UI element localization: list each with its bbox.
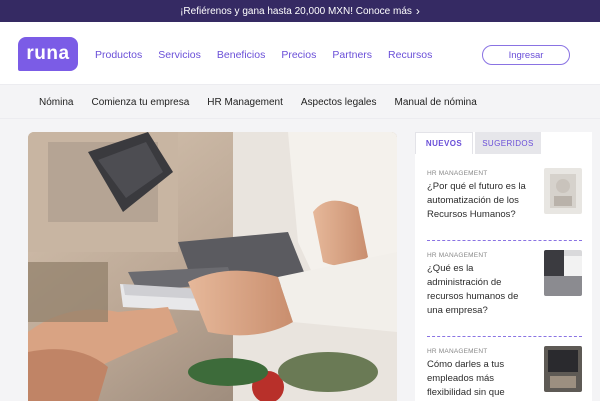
site-header: runa Productos Servicios Beneficios Prec… bbox=[0, 22, 600, 85]
nav-item-servicios[interactable]: Servicios bbox=[158, 49, 201, 61]
nav-item-productos[interactable]: Productos bbox=[95, 49, 142, 61]
hero-image bbox=[28, 132, 397, 401]
login-button[interactable]: Ingresar bbox=[482, 45, 570, 65]
nav-item-beneficios[interactable]: Beneficios bbox=[217, 49, 265, 61]
category-nav: Nómina Comienza tu empresa HR Management… bbox=[0, 86, 600, 119]
category-comienza[interactable]: Comienza tu empresa bbox=[91, 97, 189, 108]
category-nomina[interactable]: Nómina bbox=[39, 97, 73, 108]
article-card[interactable]: HR MANAGEMENT Cómo darles a tus empleado… bbox=[427, 346, 582, 400]
article-title[interactable]: ¿Por qué el futuro es la automatización … bbox=[427, 180, 532, 222]
article-thumbnail[interactable] bbox=[544, 250, 582, 296]
article-title[interactable]: Cómo darles a tus empleados más flexibil… bbox=[427, 358, 532, 400]
logo-text: runa bbox=[26, 43, 70, 64]
article-thumbnail[interactable] bbox=[544, 168, 582, 214]
promo-banner[interactable]: ¡Refiérenos y gana hasta 20,000 MXN! Con… bbox=[0, 0, 600, 22]
article-divider bbox=[427, 240, 582, 241]
article-thumbnail[interactable] bbox=[544, 346, 582, 392]
sidebar-tabs: NUEVOS SUGERIDOS bbox=[415, 132, 592, 154]
tab-sugeridos[interactable]: SUGERIDOS bbox=[475, 132, 541, 154]
main-nav: Productos Servicios Beneficios Precios P… bbox=[95, 49, 448, 61]
article-card[interactable]: HR MANAGEMENT ¿Por qué el futuro es la a… bbox=[427, 168, 582, 222]
category-hr-management[interactable]: HR Management bbox=[207, 97, 283, 108]
article-title[interactable]: ¿Qué es la administración de recursos hu… bbox=[427, 262, 532, 318]
tab-nuevos[interactable]: NUEVOS bbox=[415, 132, 473, 154]
thumbnail-image bbox=[544, 250, 582, 296]
nav-item-precios[interactable]: Precios bbox=[281, 49, 316, 61]
nav-item-partners[interactable]: Partners bbox=[332, 49, 372, 61]
article-divider bbox=[427, 336, 582, 337]
thumbnail-image bbox=[544, 346, 582, 392]
promo-arrow-icon: › bbox=[415, 4, 420, 18]
article-card[interactable]: HR MANAGEMENT ¿Qué es la administración … bbox=[427, 250, 582, 318]
article-sidebar: NUEVOS SUGERIDOS HR MANAGEMENT ¿Por qué … bbox=[415, 132, 592, 401]
runa-logo[interactable]: runa bbox=[18, 37, 78, 71]
thumbnail-image bbox=[544, 168, 582, 214]
category-manual-nomina[interactable]: Manual de nómina bbox=[395, 97, 477, 108]
category-aspectos-legales[interactable]: Aspectos legales bbox=[301, 97, 377, 108]
payment-photo bbox=[28, 132, 397, 401]
nav-item-recursos[interactable]: Recursos bbox=[388, 49, 432, 61]
promo-text[interactable]: ¡Refiérenos y gana hasta 20,000 MXN! Con… bbox=[180, 6, 412, 17]
